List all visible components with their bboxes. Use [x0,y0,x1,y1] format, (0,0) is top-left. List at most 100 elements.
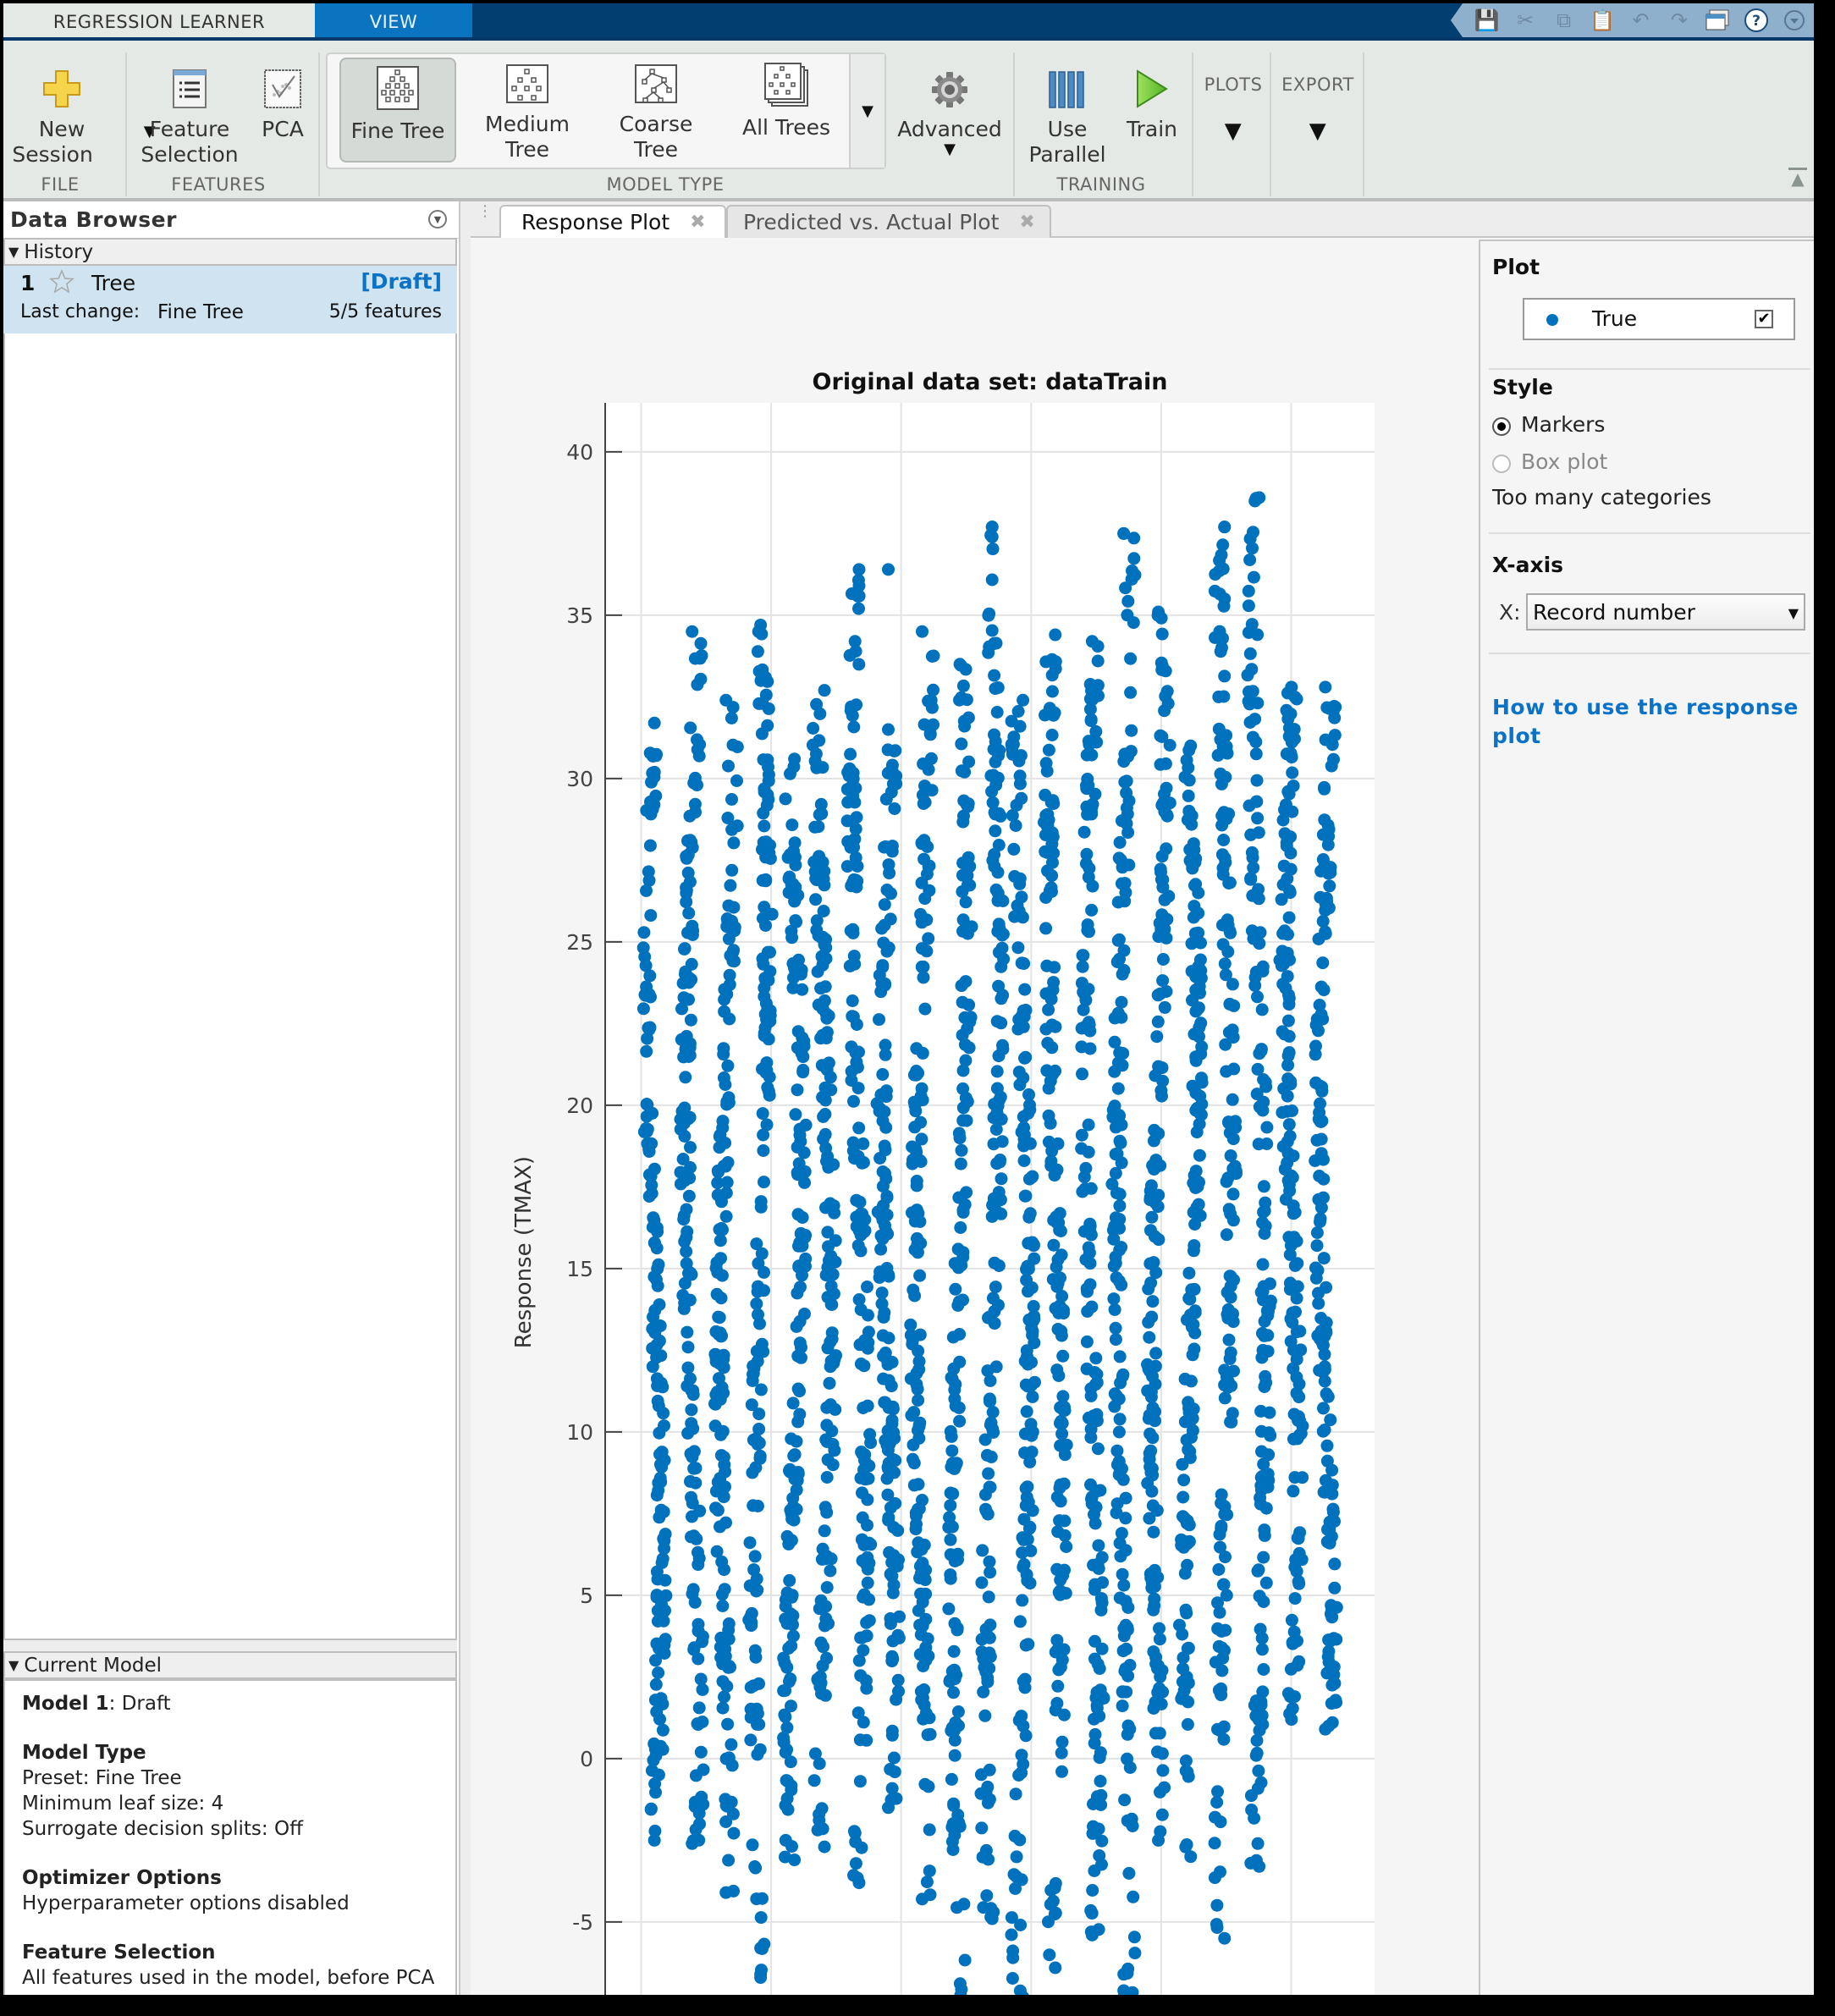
export-button[interactable]: EXPORT ▼ [1273,74,1363,142]
box-plot-radio[interactable] [1492,454,1511,473]
undo-icon[interactable]: ↶ [1628,8,1653,33]
fine-tree-button[interactable]: Fine Tree [339,58,456,162]
use-parallel-button[interactable]: Use Parallel [1021,52,1114,168]
data-point [1155,798,1169,812]
data-point [1187,911,1200,924]
data-point [1325,1487,1339,1501]
data-point [862,1472,875,1485]
coarse-tree-button[interactable]: Coarse Tree [597,58,715,162]
feature-selection-button[interactable]: Feature Selection [132,52,247,168]
data-point [1114,1376,1127,1390]
plots-button[interactable]: PLOTS ▼ [1195,74,1271,142]
data-point [976,1544,989,1557]
data-point [1076,1067,1088,1081]
data-point [1242,625,1255,639]
data-point [852,1876,866,1890]
data-point [758,1176,770,1189]
x-axis-dropdown[interactable]: Record number ▼ [1526,593,1805,631]
history-item[interactable]: 1 Tree [Draft] Last change: Fine Tree 5/… [3,266,457,333]
response-plot-chart[interactable]: Original data set: dataTrain Response (T… [471,238,1479,1995]
gallery-expand-button[interactable]: ▼ [849,54,884,168]
data-point [1222,1333,1236,1347]
data-point [962,800,974,813]
train-button[interactable]: Train [1116,52,1188,142]
data-point [712,1327,725,1341]
chart-title: Original data set: dataTrain [813,369,1168,395]
data-point [1083,1018,1096,1032]
markers-radio[interactable] [1492,417,1511,436]
show-true-checkbox[interactable]: ✔ [1755,310,1773,328]
expand-menu-icon[interactable] [1782,8,1807,33]
data-point [718,1005,731,1018]
tab-grip-icon[interactable]: ⋮ [477,204,493,230]
cut-icon[interactable]: ✂ [1513,8,1538,33]
save-icon[interactable]: 💾 [1474,8,1500,33]
data-point [1189,1050,1203,1064]
pca-button[interactable]: PCA [251,52,315,142]
tab-predicted-vs-actual[interactable]: Predicted vs. Actual Plot ✖ [726,205,1051,238]
close-icon[interactable]: ✖ [690,212,705,233]
data-point [786,981,800,994]
data-point [747,1359,760,1373]
data-point [747,1499,760,1512]
tab-view[interactable]: VIEW [315,3,472,41]
data-point [650,1242,664,1255]
data-point [1187,1402,1200,1416]
data-point [849,851,862,864]
data-point [917,797,930,810]
data-point [1182,789,1195,802]
data-point [1212,690,1226,703]
data-point [647,1833,661,1847]
medium-tree-button[interactable]: Medium Tree [468,58,587,162]
plus-icon [43,70,80,107]
data-point [1058,1448,1072,1462]
data-point [750,1237,763,1251]
data-point [1017,1121,1031,1134]
tab-response-plot[interactable]: Response Plot ✖ [499,205,726,238]
data-point [925,650,939,663]
legend-entry-true[interactable]: True ✔ [1523,298,1795,340]
data-point [961,879,974,892]
data-point [857,1644,870,1657]
data-point [923,726,937,740]
data-point [1282,911,1296,924]
advanced-label: Advanced [897,117,1002,141]
collapse-ribbon-icon[interactable]: ▲ [1788,168,1807,187]
data-point [676,1153,690,1165]
data-browser-header: Data Browser ▼ [3,201,459,239]
panel-divider[interactable] [3,1640,457,1651]
data-point [718,993,731,1006]
data-point [791,1382,805,1396]
data-point [1188,900,1201,913]
help-icon[interactable]: ? [1744,8,1769,33]
data-point [1006,1951,1020,1964]
close-icon[interactable]: ✖ [1019,212,1034,233]
redo-icon[interactable]: ↷ [1667,8,1692,33]
model-status: : Draft [108,1693,171,1715]
data-point [1092,1539,1105,1552]
data-point [691,779,703,792]
help-link[interactable]: How to use the response plot [1492,693,1805,751]
data-point [1327,704,1340,717]
data-point [689,1823,703,1837]
data-point [854,1244,868,1258]
current-model-section-header[interactable]: ▼ Current Model [3,1651,457,1679]
copy-icon[interactable]: ⧉ [1551,8,1577,33]
section-line: All features used in the model, before P… [22,1967,435,1989]
tab-regression-learner[interactable]: REGRESSION LEARNER [3,3,315,41]
advanced-button[interactable]: Advanced ▼ [894,52,1006,157]
panel-menu-icon[interactable]: ▼ [428,210,447,229]
layout-icon[interactable] [1705,8,1730,33]
data-point [856,1511,869,1524]
data-point [1158,1000,1171,1014]
all-trees-button[interactable]: All Trees [727,58,846,162]
data-point [891,1673,905,1687]
favorite-star-icon[interactable] [49,269,74,298]
panel-splitter[interactable] [459,201,471,1995]
history-section-header[interactable]: ▼ History [3,238,457,266]
data-point [1017,1561,1030,1574]
paste-icon[interactable]: 📋 [1590,8,1615,33]
data-point [646,1106,659,1120]
new-session-button[interactable]: New Session ▼ [8,52,156,168]
data-point [754,1968,768,1981]
